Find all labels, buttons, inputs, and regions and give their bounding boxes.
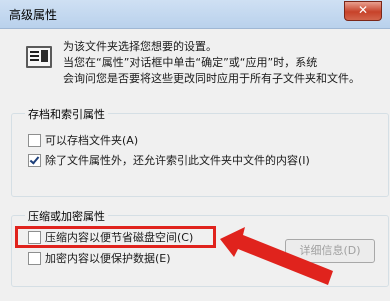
window-title: 高级属性 <box>9 8 58 22</box>
encrypt-checkbox[interactable] <box>28 251 41 265</box>
encrypt-checkbox-row[interactable]: 加密内容以便保护数据(E) <box>28 250 171 266</box>
archive-checkbox-row[interactable]: 可以存档文件夹(A) <box>28 132 138 148</box>
index-checkbox[interactable] <box>28 153 41 167</box>
index-checkbox-row[interactable]: 除了文件属性外，还允许索引此文件夹中文件的内容(I) <box>28 152 310 168</box>
archive-checkbox-label: 可以存档文件夹(A) <box>45 134 139 147</box>
index-checkbox-label: 除了文件属性外，还允许索引此文件夹中文件的内容(I) <box>45 154 310 167</box>
close-button[interactable]: ✕ <box>344 1 382 21</box>
annotation-arrow-icon <box>220 227 333 285</box>
title-bar: 高级属性 ✕ <box>0 0 390 29</box>
advanced-attributes-dialog: 为该文件夹选择您想要的设置。 当您在“属性”对话框中单击“确定”或“应用”时，系… <box>3 29 389 287</box>
encrypt-checkbox-label: 加密内容以便保护数据(E) <box>45 252 171 265</box>
description-text: 为该文件夹选择您想要的设置。 当您在“属性”对话框中单击“确定”或“应用”时，系… <box>63 39 360 87</box>
compress-encrypt-group-title: 压缩或加密属性 <box>25 208 108 224</box>
archive-checkbox[interactable] <box>28 133 41 147</box>
description-line: 当您在“属性”对话框中单击“确定”或“应用”时，系统 <box>63 56 318 69</box>
description-line: 为该文件夹选择您想要的设置。 <box>63 40 217 53</box>
folder-properties-icon <box>26 46 52 68</box>
description-line: 会询问您是否要将这些更改同时应用于所有子文件夹和文件。 <box>63 72 360 85</box>
archive-index-group-title: 存档和索引属性 <box>25 106 108 122</box>
close-icon: ✕ <box>357 3 369 17</box>
annotation-highlight-box <box>15 226 216 248</box>
